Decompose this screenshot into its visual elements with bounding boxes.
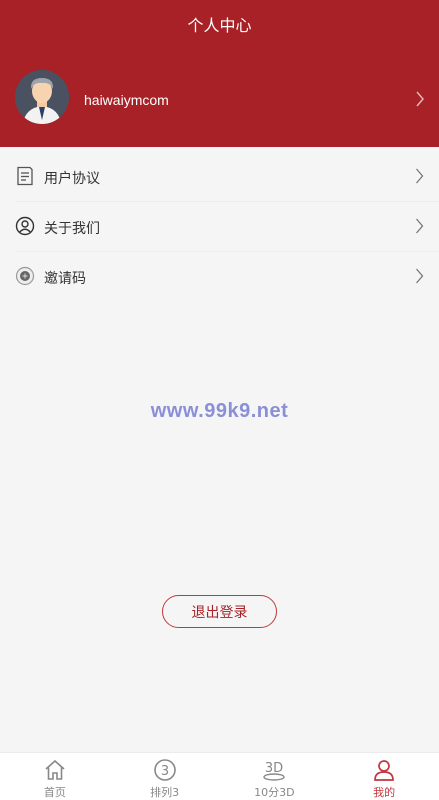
invite-code-icon (15, 266, 35, 286)
chevron-right-icon (415, 218, 424, 238)
menu-item-invite-code[interactable]: 邀请码 (15, 252, 439, 302)
profile-header: 个人中心 haiwaiymcom (0, 0, 439, 147)
tab-label: 首页 (43, 786, 66, 799)
profile-row[interactable]: haiwaiymcom (0, 70, 439, 132)
tab-label: 我的 (373, 786, 396, 799)
username: haiwaiymcom (84, 92, 169, 108)
menu-item-user-agreement[interactable]: 用户协议 (15, 152, 439, 202)
menu-item-label: 关于我们 (44, 221, 100, 237)
user-circle-icon (15, 216, 35, 236)
tab-pailie3[interactable]: 3 排列3 (110, 753, 220, 800)
home-icon (42, 758, 68, 782)
tab-home[interactable]: 首页 (0, 753, 110, 800)
chevron-right-icon (415, 268, 424, 288)
chevron-right-icon (415, 168, 424, 188)
document-icon (15, 166, 35, 186)
svg-text:3: 3 (160, 764, 168, 779)
tab-10min-3d[interactable]: 3D 10分3D (220, 753, 330, 800)
bottom-tabbar: 首页 3 排列3 3D 10分3D 我的 (0, 752, 439, 800)
page-title: 个人中心 (187, 16, 252, 35)
watermark-text: www.99k9.net (150, 400, 289, 422)
tab-mine[interactable]: 我的 (329, 753, 439, 800)
chevron-right-icon[interactable] (415, 91, 425, 111)
settings-menu: 用户协议 关于我们 邀请码 (0, 152, 439, 302)
circled-three-icon: 3 (152, 758, 178, 782)
avatar[interactable] (15, 70, 69, 124)
tab-label: 10分3D (254, 786, 295, 799)
menu-item-label: 用户协议 (44, 171, 100, 187)
menu-item-label: 邀请码 (44, 271, 86, 287)
menu-item-about-us[interactable]: 关于我们 (15, 202, 439, 252)
user-icon (371, 758, 397, 782)
tab-label: 排列3 (150, 786, 180, 799)
logout-button[interactable]: 退出登录 (162, 595, 277, 628)
3d-icon: 3D (261, 758, 287, 782)
